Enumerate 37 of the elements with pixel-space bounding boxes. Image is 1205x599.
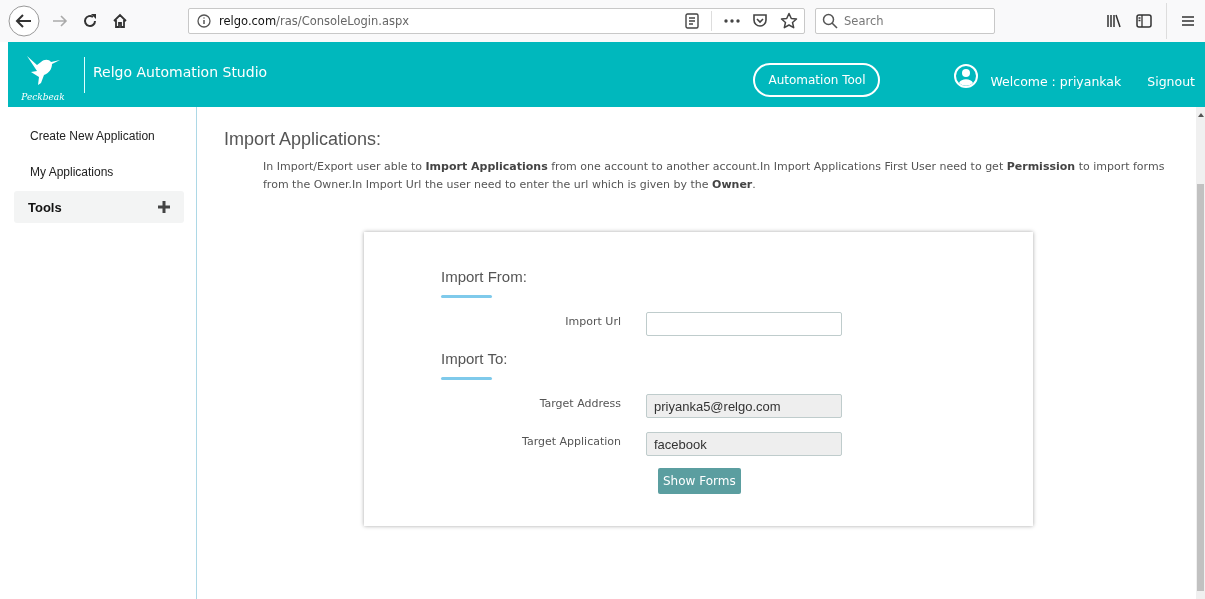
welcome-text: Welcome : priyankak [990,74,1122,89]
sidebar-link[interactable]: My Applications [30,165,114,179]
more-icon[interactable] [724,19,740,23]
field-label: Target Application [521,434,621,448]
scroll-up-icon[interactable] [1197,113,1204,117]
input-field[interactable] [646,312,842,336]
sidebar-group[interactable]: Tools [14,191,184,223]
address-bar[interactable]: relgo.com/ras/ConsoleLogin.aspx [188,8,805,34]
scroll-thumb[interactable] [1197,184,1204,591]
scrollbar[interactable] [1196,107,1205,599]
section-heading: Import To: [441,350,509,367]
pocket-icon[interactable] [752,13,768,29]
logo-text: Peckbeak [21,91,65,102]
menu-icon[interactable] [1181,14,1195,28]
app-title: Relgo Automation Studio [93,63,268,80]
search-field[interactable]: Search [815,8,995,34]
home-icon[interactable] [112,13,128,29]
plus-icon[interactable] [158,201,170,213]
star-icon[interactable] [780,12,798,30]
field-label: Target Address [538,396,621,410]
description-text: In Import/Export user able to Import Applications from one account to another account.In Import Applications First User need to get Permission to import forms from the Owner.In Import Url the user need to enter the url which is given by the Owner. [263,159,1166,193]
back-icon[interactable] [8,5,40,37]
group-label: Tools [28,199,62,215]
info-icon[interactable] [197,14,211,28]
page-title: Import Applications: [224,129,383,150]
reader-icon[interactable] [685,13,699,29]
user-avatar-icon [954,63,979,88]
search-icon[interactable] [822,13,838,29]
url-text: relgo.com/ras/ConsoleLogin.aspx [219,14,411,28]
library-icon[interactable] [1106,13,1122,29]
heading-underline [441,377,492,380]
field-label: Import Url [564,314,621,328]
heading-underline [441,295,492,298]
section-heading: Import From: [441,268,528,285]
reload-icon[interactable] [82,13,98,29]
sidebar-link[interactable]: Create New Application [30,129,155,143]
sidebar-icon[interactable] [1136,13,1152,29]
